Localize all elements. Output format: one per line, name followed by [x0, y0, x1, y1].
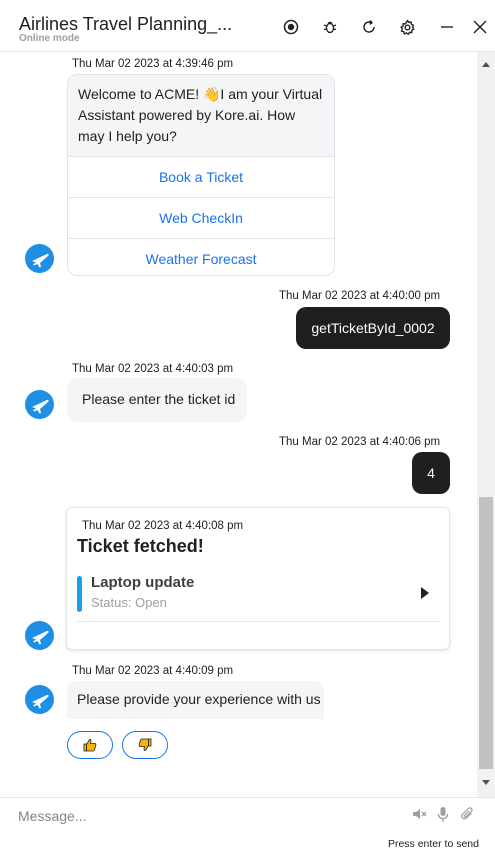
bot-message: Please provide your experience with us [67, 681, 324, 719]
ticket-card-title: Ticket fetched! [77, 536, 204, 556]
welcome-text: Welcome to ACME! 👋I am your Virtual Assi… [68, 75, 334, 156]
bot-message: Please enter the ticket id [67, 378, 247, 422]
option-web-checkin[interactable]: Web CheckIn [68, 197, 334, 238]
scroll-down-icon[interactable] [482, 780, 490, 785]
scroll-up-icon[interactable] [482, 62, 490, 67]
close-icon[interactable] [470, 17, 490, 37]
speaker-off-icon[interactable] [410, 805, 428, 823]
chat-scrollbar[interactable] [477, 52, 495, 797]
attachment-icon[interactable] [458, 805, 476, 823]
thumbs-down-button[interactable] [122, 731, 168, 759]
ticket-item[interactable]: Laptop update Status: Open [77, 574, 439, 622]
welcome-card: Welcome to ACME! 👋I am your Virtual Assi… [67, 74, 335, 276]
refresh-icon[interactable] [359, 17, 379, 37]
thumbs-down-icon [138, 738, 152, 751]
message-timestamp: Thu Mar 02 2023 at 4:40:08 pm [82, 520, 244, 532]
ticket-status-bar [77, 576, 82, 612]
bug-icon[interactable] [320, 17, 340, 37]
bot-avatar-icon [25, 244, 54, 273]
thumbs-up-button[interactable] [67, 731, 113, 759]
message-timestamp: Thu Mar 02 2023 at 4:40:03 pm [72, 363, 234, 375]
ticket-item-status: Status: Open [91, 595, 167, 610]
user-message: getTicketById_0002 [296, 307, 450, 349]
send-hint: Press enter to send [387, 838, 479, 850]
ticket-card: Thu Mar 02 2023 at 4:40:08 pm Ticket fet… [66, 507, 450, 650]
option-book-ticket[interactable]: Book a Ticket [68, 156, 334, 197]
message-timestamp: Thu Mar 02 2023 at 4:40:09 pm [72, 665, 234, 677]
record-icon[interactable] [281, 17, 301, 37]
chat-messages: Thu Mar 02 2023 at 4:39:46 pm Welcome to… [0, 52, 495, 797]
thumbs-up-icon [83, 739, 97, 752]
microphone-icon[interactable] [434, 805, 452, 823]
chevron-right-icon[interactable] [421, 587, 429, 599]
chat-header: Airlines Travel Planning_... Online mode [0, 0, 495, 52]
message-timestamp: Thu Mar 02 2023 at 4:40:00 pm [279, 290, 441, 302]
message-timestamp: Thu Mar 02 2023 at 4:40:06 pm [279, 436, 441, 448]
message-input[interactable] [18, 805, 398, 827]
message-timestamp: Thu Mar 02 2023 at 4:39:46 pm [72, 58, 234, 70]
user-message: 4 [412, 452, 450, 494]
minimize-icon[interactable] [437, 17, 457, 37]
online-status: Online mode [19, 33, 80, 44]
scrollbar-thumb[interactable] [479, 497, 493, 769]
ticket-item-title: Laptop update [91, 574, 195, 591]
bot-title: Airlines Travel Planning_... [19, 14, 233, 34]
bot-avatar-icon [25, 621, 54, 650]
bot-avatar-icon [25, 390, 54, 419]
option-weather-forecast[interactable]: Weather Forecast [68, 238, 334, 275]
settings-icon[interactable] [397, 17, 417, 37]
message-composer: Press enter to send [0, 797, 495, 852]
bot-avatar-icon [25, 685, 54, 714]
